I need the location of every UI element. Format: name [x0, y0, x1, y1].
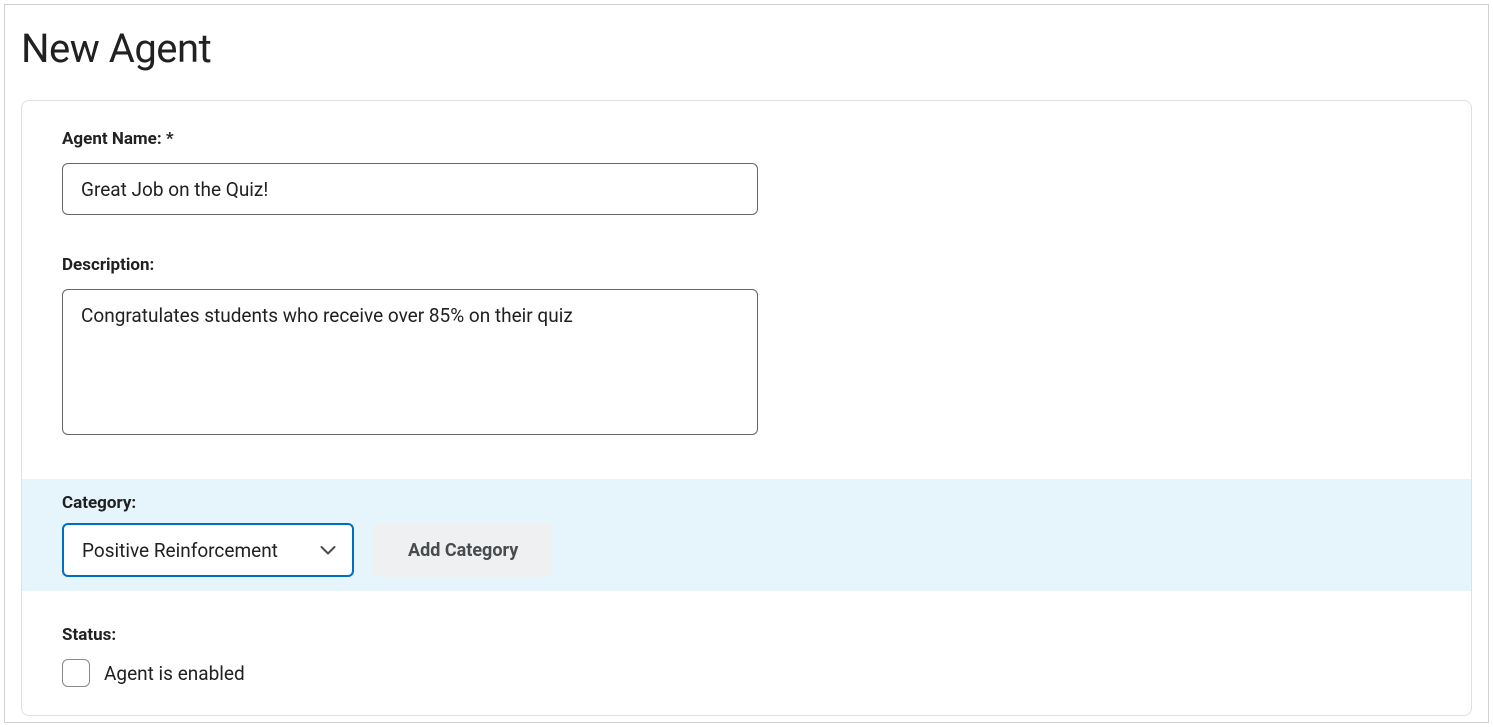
category-label: Category: [62, 493, 1471, 513]
agent-name-input[interactable] [62, 163, 758, 215]
page-title: New Agent [5, 15, 1488, 100]
status-label: Status: [62, 625, 1471, 645]
category-select-wrapper: Positive Reinforcement [62, 523, 354, 577]
category-row: Positive Reinforcement Add Category [62, 523, 1471, 577]
page-frame: New Agent Agent Name: * Description: Cat… [4, 4, 1489, 723]
agent-enabled-label: Agent is enabled [104, 662, 245, 685]
agent-enabled-checkbox[interactable] [62, 659, 90, 687]
category-select[interactable]: Positive Reinforcement [62, 523, 354, 577]
add-category-button[interactable]: Add Category [374, 523, 552, 577]
description-block: Description: [62, 255, 1471, 439]
description-input[interactable] [62, 289, 758, 435]
agent-name-label: Agent Name: * [62, 129, 1471, 149]
description-label: Description: [62, 255, 1471, 275]
status-row: Agent is enabled [62, 659, 1471, 687]
form-panel: Agent Name: * Description: Category: Pos… [21, 100, 1472, 716]
status-block: Status: Agent is enabled [62, 625, 1471, 687]
category-selected-value: Positive Reinforcement [82, 539, 278, 562]
agent-name-block: Agent Name: * [62, 129, 1471, 215]
category-block: Category: Positive Reinforcement Add Cat… [22, 479, 1471, 591]
